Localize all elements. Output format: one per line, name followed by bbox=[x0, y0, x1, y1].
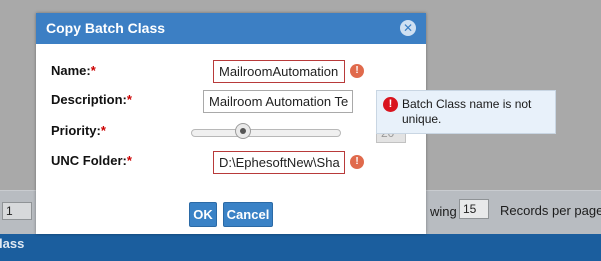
description-input[interactable]: Mailroom Automation Te bbox=[203, 90, 353, 113]
close-icon[interactable]: ✕ bbox=[400, 20, 416, 36]
error-icon: ! bbox=[350, 64, 364, 78]
page-number-input[interactable]: 1 bbox=[2, 202, 32, 220]
ok-button[interactable]: OK bbox=[189, 202, 217, 227]
copy-batch-class-dialog: Copy Batch Class ✕ Name:* MailroomAutoma… bbox=[36, 13, 426, 234]
cancel-button[interactable]: Cancel bbox=[223, 202, 273, 227]
name-label: Name:* bbox=[51, 63, 96, 78]
dialog-titlebar: Copy Batch Class ✕ bbox=[36, 13, 426, 44]
table-header-bar: lass bbox=[0, 234, 601, 261]
error-icon: ! bbox=[383, 97, 398, 112]
required-marker: * bbox=[126, 92, 132, 107]
tooltip-message: Batch Class name is not unique. bbox=[402, 97, 532, 126]
description-label: Description:* bbox=[51, 92, 132, 107]
required-marker: * bbox=[100, 123, 106, 138]
required-marker: * bbox=[90, 63, 96, 78]
priority-label: Priority:* bbox=[51, 123, 106, 138]
priority-slider-track[interactable] bbox=[191, 129, 341, 137]
unc-folder-label: UNC Folder:* bbox=[51, 153, 132, 168]
records-per-page-label: Records per page bbox=[500, 203, 601, 218]
showing-label: wing bbox=[430, 204, 457, 219]
name-input[interactable]: MailroomAutomation bbox=[213, 60, 345, 83]
records-per-page-input[interactable]: 15 bbox=[459, 199, 489, 219]
unc-folder-input[interactable]: D:\EphesoftNew\Sha bbox=[213, 151, 345, 174]
table-header-label: lass bbox=[0, 236, 25, 251]
error-icon: ! bbox=[350, 155, 364, 169]
validation-tooltip: ! Batch Class name is not unique. bbox=[376, 90, 556, 134]
dialog-title: Copy Batch Class bbox=[46, 20, 166, 36]
priority-slider-handle[interactable] bbox=[235, 123, 251, 139]
required-marker: * bbox=[126, 153, 132, 168]
